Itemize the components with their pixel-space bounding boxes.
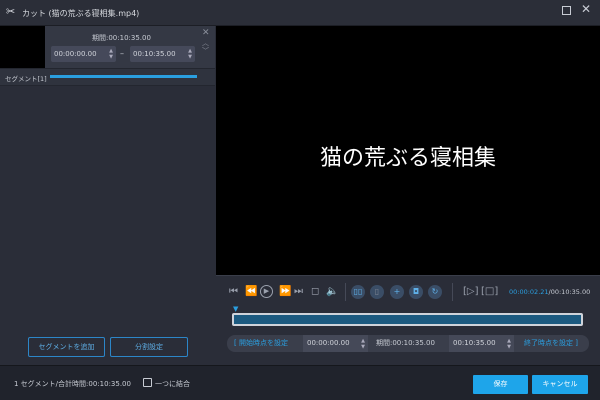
current-time: 00:00:02.21 <box>509 288 549 296</box>
trim-bar: [ 開始時点を設定 00:00:00.00 ▲ ▼ 期間:00:10:35.00 0… <box>227 335 589 352</box>
time-display: 00:00:02.21/00:10:35.00 <box>509 288 590 296</box>
divider <box>452 283 453 301</box>
trim-start-input[interactable]: 00:00:00.00 ▲ ▼ <box>303 335 368 352</box>
trim-start-value: 00:00:00.00 <box>307 339 350 347</box>
step-back-icon[interactable]: ⏪ <box>245 285 257 299</box>
stop-segment-icon[interactable]: [□] <box>481 285 498 299</box>
move-down-icon[interactable]: ﹀ <box>202 46 209 56</box>
save-button[interactable]: 保存 <box>473 375 528 394</box>
spinner-icon[interactable]: ▲ ▼ <box>507 338 511 350</box>
timeline-track[interactable] <box>232 313 583 326</box>
maximize-icon[interactable] <box>562 6 571 15</box>
segment-summary: 1 セグメント/合計時間:00:10:35.00 <box>14 380 131 388</box>
scissors-icon: ✂ <box>6 5 16 18</box>
segment-start-input[interactable]: 00:00:00.00 ▲ ▼ <box>51 46 116 62</box>
trim-end-input[interactable]: 00:10:35.00 ▲ ▼ <box>449 335 514 352</box>
set-start-button[interactable]: [ 開始時点を設定 <box>234 335 288 352</box>
playhead-marker-icon[interactable]: ▼ <box>233 305 238 313</box>
add-segment-button[interactable]: セグメントを追加 <box>28 337 105 357</box>
start-time-value: 00:00:00.00 <box>54 50 97 58</box>
segment-range-bar <box>50 75 197 78</box>
delete-icon[interactable]: ▯ <box>370 285 384 299</box>
total-time: /00:10:35.00 <box>548 288 591 296</box>
title-bar: ✂ カット (猫の荒ぶる寝相集.mp4) ✕ <box>0 0 600 26</box>
merge-label: 一つに結合 <box>155 380 190 388</box>
divider <box>345 283 346 301</box>
volume-icon[interactable]: 🔈 <box>326 285 338 299</box>
segment-end-input[interactable]: 00:10:35.00 ▲ ▼ <box>130 46 195 62</box>
split-icon[interactable]: ▯▯ <box>351 285 365 299</box>
split-settings-button[interactable]: 分割設定 <box>110 337 188 357</box>
reset-icon[interactable]: ↻ <box>428 285 442 299</box>
add-icon[interactable]: + <box>390 285 404 299</box>
end-time-value: 00:10:35.00 <box>133 50 176 58</box>
play-icon[interactable]: ▶ <box>260 285 273 298</box>
window-title: カット (猫の荒ぶる寝相集.mp4) <box>22 9 140 18</box>
cancel-button[interactable]: キャンセル <box>532 375 588 394</box>
copy-icon[interactable]: ◘ <box>409 285 423 299</box>
step-forward-icon[interactable]: ⏩ <box>279 285 291 299</box>
skip-to-end-icon[interactable]: ⏭ <box>294 285 303 299</box>
segment-row[interactable]: セグメント[1] <box>0 68 215 86</box>
trim-duration: 期間:00:10:35.00 <box>376 339 435 347</box>
segment-duration: 期間:00:10:35.00 <box>92 34 151 42</box>
skip-to-start-icon[interactable]: ⏮ <box>229 285 238 299</box>
footer: 1 セグメント/合計時間:00:10:35.00 一つに結合 保存 キャンセル <box>0 365 600 400</box>
range-separator: – <box>120 49 124 58</box>
delete-segment-icon[interactable]: ✕ <box>202 28 210 38</box>
segment-thumbnail <box>0 26 45 68</box>
stop-icon[interactable]: ◻ <box>311 285 319 299</box>
spinner-icon[interactable]: ▲ ▼ <box>361 338 365 350</box>
spinner-icon[interactable]: ▲ ▼ <box>188 48 192 60</box>
merge-checkbox[interactable] <box>143 378 152 387</box>
segment-label: セグメント[1] <box>5 75 47 83</box>
close-window-icon[interactable]: ✕ <box>581 2 591 16</box>
video-overlay-title: 猫の荒ぶる寝相集 <box>319 146 496 171</box>
trim-end-value: 00:10:35.00 <box>453 339 496 347</box>
set-end-button[interactable]: 終了時点を設定 ] <box>524 335 578 352</box>
spinner-icon[interactable]: ▲ ▼ <box>109 48 113 60</box>
play-segment-icon[interactable]: [▷] <box>463 285 479 299</box>
